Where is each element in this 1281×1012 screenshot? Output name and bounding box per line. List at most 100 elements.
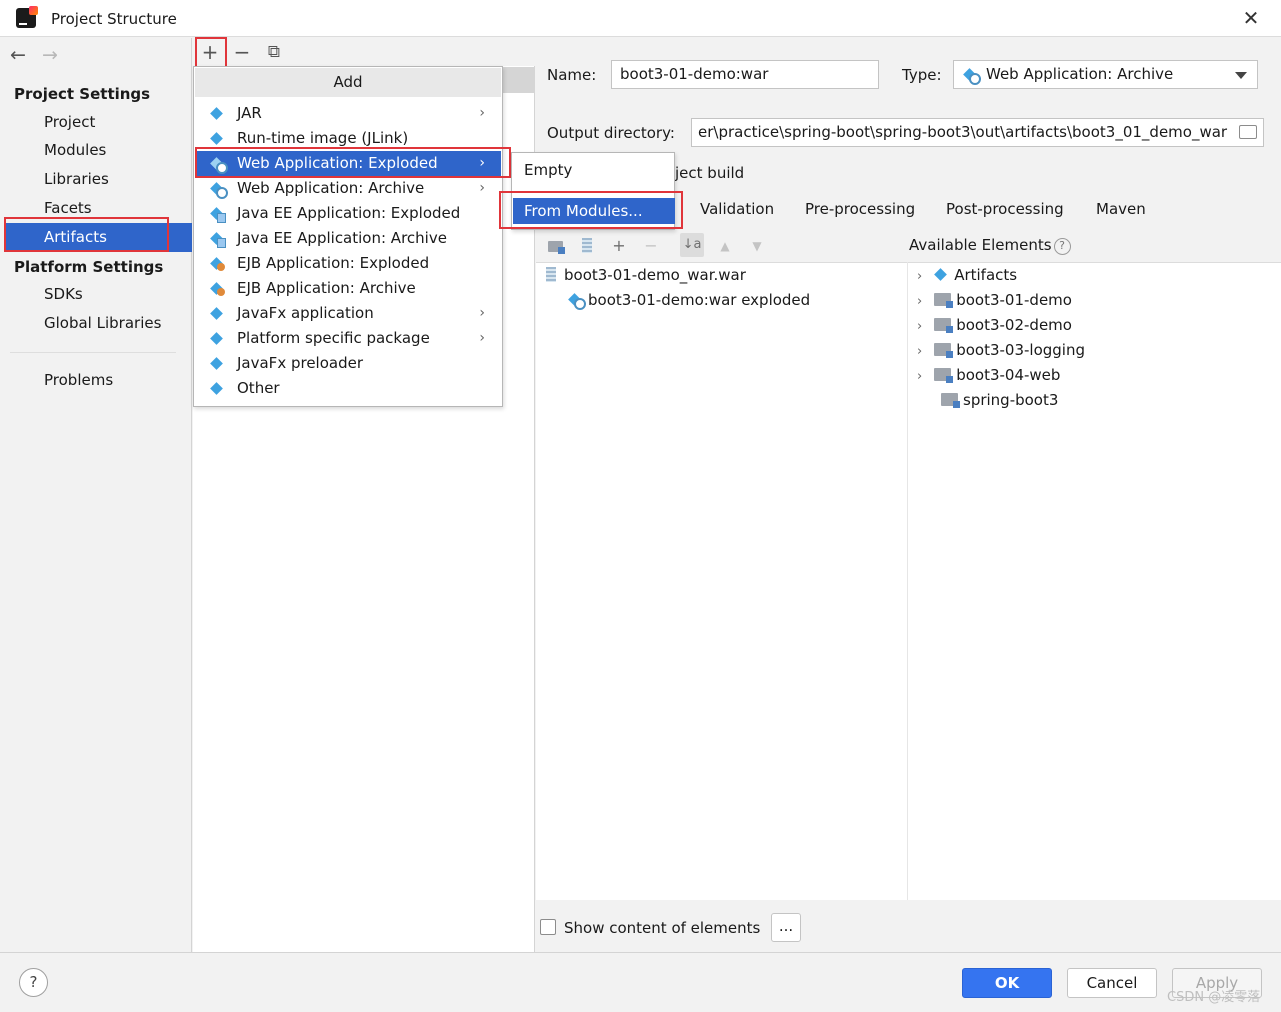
available-item-module[interactable]: spring-boot3 (941, 388, 1058, 413)
sidebar-divider (10, 352, 176, 353)
available-item-module[interactable]: › boot3-03-logging (917, 338, 1085, 363)
new-folder-icon (547, 241, 565, 254)
available-item-module[interactable]: › boot3-04-web (917, 363, 1060, 388)
menu-item-label: Run-time image (JLink) (237, 129, 409, 147)
submenu-item-empty[interactable]: Empty (513, 157, 675, 183)
sidebar-item-project[interactable]: Project (4, 108, 192, 137)
chevron-right-icon: › (479, 330, 485, 346)
name-label: Name: (547, 66, 597, 84)
output-directory-label: Output directory: (547, 124, 675, 142)
cancel-button[interactable]: Cancel (1067, 968, 1157, 998)
remove-artifact-button[interactable]: − (230, 41, 254, 65)
available-item-module[interactable]: › boot3-01-demo (917, 288, 1072, 313)
artifact-name-input[interactable]: boot3-01-demo:war (611, 60, 879, 89)
available-elements-label: Available Elements (909, 236, 1052, 254)
menu-item-label: JAR (237, 104, 262, 122)
help-button[interactable]: ? (19, 968, 48, 997)
ejb-artifact-icon (210, 257, 225, 271)
chevron-right-icon: › (479, 105, 485, 121)
layout-splitter[interactable] (907, 262, 908, 900)
sidebar-item-global-libraries[interactable]: Global Libraries (4, 309, 192, 338)
artifact-icon (210, 107, 224, 121)
ok-button[interactable]: OK (962, 968, 1052, 998)
tab-validation[interactable]: Validation (700, 200, 774, 218)
sidebar-item-sdks[interactable]: SDKs (4, 280, 192, 309)
include-in-build-label[interactable]: ject build (675, 164, 744, 182)
window-title: Project Structure (51, 10, 177, 28)
menu-item-jar[interactable]: JAR › (195, 101, 501, 126)
menu-item-javafx-preloader[interactable]: JavaFx preloader (195, 351, 501, 376)
project-settings-heading: Project Settings (14, 85, 151, 103)
sort-elements-button[interactable]: ↓a (680, 233, 704, 257)
menu-item-label: EJB Application: Exploded (237, 254, 430, 272)
menu-item-platform-package[interactable]: Platform specific package › (195, 326, 501, 351)
available-item-label: boot3-01-demo (956, 291, 1072, 309)
sidebar-item-problems[interactable]: Problems (4, 366, 192, 395)
tab-maven[interactable]: Maven (1096, 200, 1146, 218)
artifact-icon (210, 307, 224, 321)
title-bar (0, 0, 1281, 37)
sidebar-item-modules[interactable]: Modules (4, 136, 192, 165)
menu-item-label: Platform specific package (237, 329, 430, 347)
javaee-artifact-icon (210, 232, 226, 248)
available-item-module[interactable]: › boot3-02-demo (917, 313, 1072, 338)
output-directory-input[interactable]: er\practice\spring-boot\spring-boot3\out… (691, 118, 1264, 147)
menu-item-javaee-archive[interactable]: Java EE Application: Archive (195, 226, 501, 251)
chevron-right-icon[interactable]: › (917, 319, 922, 334)
add-element-button[interactable]: + (609, 236, 629, 256)
menu-item-label: Web Application: Archive (237, 179, 425, 197)
artifact-type-select[interactable]: Web Application: Archive (953, 60, 1258, 89)
chevron-down-icon (1235, 72, 1247, 79)
output-directory-value: er\practice\spring-boot\spring-boot3\out… (698, 123, 1228, 141)
menu-item-ejb-exploded[interactable]: EJB Application: Exploded (195, 251, 501, 276)
copy-artifact-button[interactable]: ⧉ (262, 41, 286, 65)
show-content-options-button[interactable]: ... (771, 913, 801, 942)
tree-item-war-exploded[interactable]: boot3-01-demo:war exploded (568, 288, 810, 313)
tab-pre-processing[interactable]: Pre-processing (805, 200, 915, 218)
menu-item-label: Java EE Application: Exploded (237, 204, 461, 222)
platform-settings-heading: Platform Settings (14, 258, 164, 276)
help-icon[interactable]: ? (1053, 238, 1071, 255)
chevron-right-icon: › (479, 180, 485, 196)
create-archive-button[interactable] (577, 236, 597, 256)
available-item-artifacts[interactable]: › Artifacts (917, 263, 1017, 288)
module-folder-icon (934, 368, 954, 383)
web-artifact-icon (210, 182, 228, 199)
show-content-checkbox[interactable] (540, 919, 556, 935)
show-content-label[interactable]: Show content of elements (564, 919, 760, 937)
menu-item-label: JavaFx application (237, 304, 374, 322)
ejb-artifact-icon (210, 282, 225, 296)
menu-item-web-archive[interactable]: Web Application: Archive › (195, 176, 501, 201)
menu-item-javaee-exploded[interactable]: Java EE Application: Exploded (195, 201, 501, 226)
remove-element-button[interactable]: − (641, 236, 661, 256)
type-label: Type: (902, 66, 942, 84)
menu-item-ejb-archive[interactable]: EJB Application: Archive (195, 276, 501, 301)
menu-header: Add (195, 68, 501, 97)
available-item-label: boot3-03-logging (956, 341, 1085, 359)
back-arrow-icon[interactable]: ← (10, 44, 26, 66)
csdn-watermark: CSDN @凌零落 (1167, 990, 1261, 1005)
javaee-artifact-icon (210, 207, 226, 223)
chevron-right-icon: › (479, 305, 485, 321)
create-directory-button[interactable] (545, 236, 565, 256)
browse-folder-icon[interactable] (1239, 125, 1257, 139)
sidebar-item-libraries[interactable]: Libraries (4, 165, 192, 194)
output-layout-area (536, 262, 1281, 900)
chevron-right-icon[interactable]: › (917, 269, 922, 284)
tree-item-label: boot3-01-demo_war.war (564, 266, 746, 284)
add-artifact-menu: Add JAR › Run-time image (JLink) Web Appl… (193, 66, 503, 407)
chevron-right-icon[interactable]: › (917, 344, 922, 359)
move-up-button[interactable]: ▲ (715, 236, 735, 256)
forward-arrow-icon[interactable]: → (42, 44, 58, 66)
chevron-right-icon[interactable]: › (917, 369, 922, 384)
chevron-right-icon[interactable]: › (917, 294, 922, 309)
tab-post-processing[interactable]: Post-processing (946, 200, 1064, 218)
menu-item-label: Other (237, 379, 280, 397)
move-down-button[interactable]: ▼ (747, 236, 767, 256)
tree-item-war-root[interactable]: boot3-01-demo_war.war (546, 263, 746, 288)
menu-item-javafx-application[interactable]: JavaFx application › (195, 301, 501, 326)
menu-item-other[interactable]: Other (195, 376, 501, 401)
artifact-icon (210, 382, 224, 396)
available-item-label: Artifacts (954, 266, 1018, 284)
close-icon[interactable]: ✕ (1238, 4, 1264, 32)
